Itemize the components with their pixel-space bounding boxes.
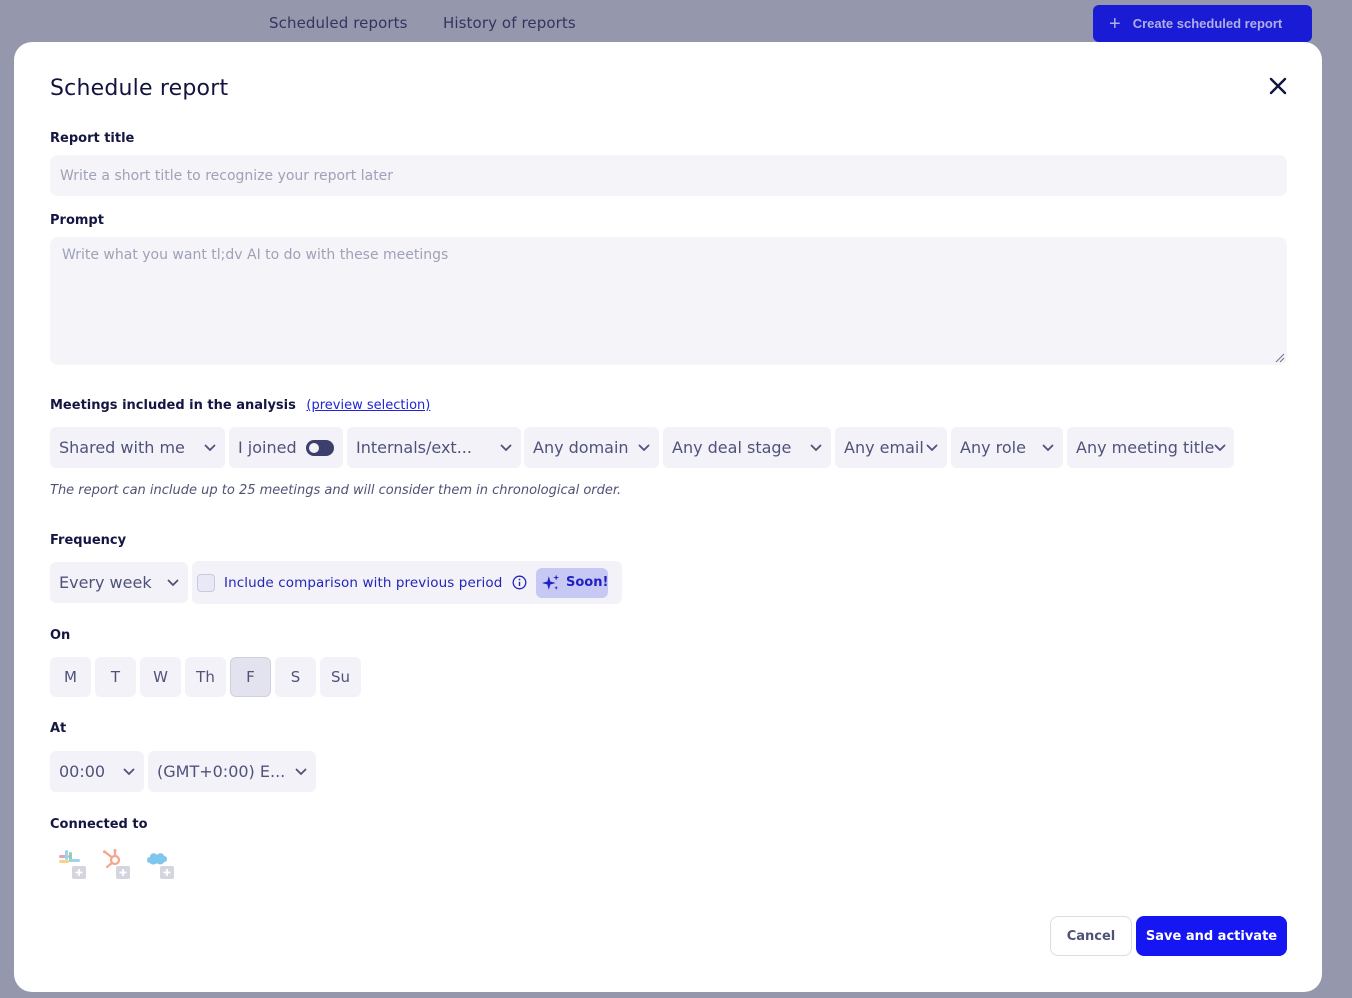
modal-title: Schedule report xyxy=(50,76,229,101)
chevron-down-icon xyxy=(926,444,938,452)
filter-domain-label: Any domain xyxy=(533,438,629,457)
timezone-select[interactable]: (GMT+0:00) E... xyxy=(148,751,316,792)
close-icon[interactable] xyxy=(1266,74,1290,98)
preview-selection-link[interactable]: (preview selection) xyxy=(306,398,430,413)
soon-label: Soon! xyxy=(565,575,609,590)
filter-joined-label: I joined xyxy=(238,438,297,457)
timezone-value: (GMT+0:00) E... xyxy=(157,762,286,781)
day-sunday[interactable]: Su xyxy=(320,657,361,697)
filter-shared-with-me[interactable]: Shared with me xyxy=(50,427,225,468)
day-monday[interactable]: M xyxy=(50,657,91,697)
time-value: 00:00 xyxy=(59,762,106,781)
plus-icon: + xyxy=(1109,12,1121,35)
chevron-down-icon xyxy=(204,444,216,452)
prompt-input[interactable] xyxy=(50,237,1287,365)
background-nav: Scheduled reports History of reports + C… xyxy=(0,0,1352,48)
filter-deal-stage-label: Any deal stage xyxy=(672,438,792,457)
chevron-down-icon xyxy=(167,579,179,587)
filter-email[interactable]: Any email xyxy=(835,427,947,468)
slack-icon[interactable] xyxy=(56,848,88,880)
filter-role-label: Any role xyxy=(960,438,1026,457)
meetings-label: Meetings included in the analysis (previ… xyxy=(50,398,430,413)
filter-email-label: Any email xyxy=(844,438,924,457)
soon-badge: Soon! xyxy=(536,567,609,598)
day-thursday[interactable]: Th xyxy=(185,657,226,697)
comparison-option: Include comparison with previous period … xyxy=(192,561,622,604)
day-friday[interactable]: F xyxy=(230,657,271,697)
frequency-value: Every week xyxy=(59,573,152,592)
chevron-down-icon xyxy=(1042,444,1054,452)
frequency-select[interactable]: Every week xyxy=(50,562,188,603)
comparison-label: Include comparison with previous period xyxy=(224,574,503,591)
connected-to-label: Connected to xyxy=(50,817,148,832)
filter-internals-label: Internals/ext... xyxy=(356,438,472,457)
resize-grip-icon[interactable] xyxy=(1274,352,1285,363)
prompt-label: Prompt xyxy=(50,213,104,228)
day-wednesday[interactable]: W xyxy=(140,657,181,697)
chevron-down-icon xyxy=(500,444,512,452)
joined-toggle[interactable] xyxy=(305,439,334,456)
sparkle-icon xyxy=(542,574,560,590)
day-tuesday[interactable]: T xyxy=(95,657,136,697)
chevron-down-icon xyxy=(810,444,822,452)
at-label: At xyxy=(50,721,67,736)
meetings-note: The report can include up to 25 meetings… xyxy=(50,483,622,498)
filter-deal-stage[interactable]: Any deal stage xyxy=(663,427,831,468)
filter-meeting-title-label: Any meeting title xyxy=(1076,438,1215,457)
day-saturday[interactable]: S xyxy=(275,657,316,697)
report-title-input[interactable] xyxy=(50,155,1287,196)
filter-i-joined[interactable]: I joined xyxy=(229,427,343,468)
schedule-report-modal: Schedule report Report title Prompt Meet… xyxy=(14,42,1322,992)
info-icon[interactable] xyxy=(512,575,527,590)
chevron-down-icon xyxy=(123,768,135,776)
chevron-down-icon xyxy=(295,768,307,776)
salesforce-icon[interactable] xyxy=(144,848,176,880)
chevron-down-icon xyxy=(638,444,650,452)
cancel-button[interactable]: Cancel xyxy=(1050,916,1132,956)
frequency-label: Frequency xyxy=(50,533,127,548)
filter-meeting-title[interactable]: Any meeting title xyxy=(1067,427,1234,468)
filter-domain[interactable]: Any domain xyxy=(524,427,659,468)
tab-history-of-reports[interactable]: History of reports xyxy=(443,14,576,32)
tab-scheduled-reports[interactable]: Scheduled reports xyxy=(269,14,408,32)
time-select[interactable]: 00:00 xyxy=(50,751,144,792)
filter-role[interactable]: Any role xyxy=(951,427,1063,468)
filter-internals[interactable]: Internals/ext... xyxy=(347,427,521,468)
create-scheduled-report-label: Create scheduled report xyxy=(1132,16,1283,31)
report-title-label: Report title xyxy=(50,131,135,146)
chevron-down-icon xyxy=(1214,444,1226,452)
filter-shared-label: Shared with me xyxy=(59,438,185,457)
meetings-label-text: Meetings included in the analysis xyxy=(50,398,296,413)
save-and-activate-button[interactable]: Save and activate xyxy=(1136,916,1287,956)
comparison-checkbox[interactable] xyxy=(197,573,215,592)
hubspot-icon[interactable] xyxy=(100,848,132,880)
create-scheduled-report-button[interactable]: + Create scheduled report xyxy=(1093,5,1312,42)
on-label: On xyxy=(50,628,71,643)
